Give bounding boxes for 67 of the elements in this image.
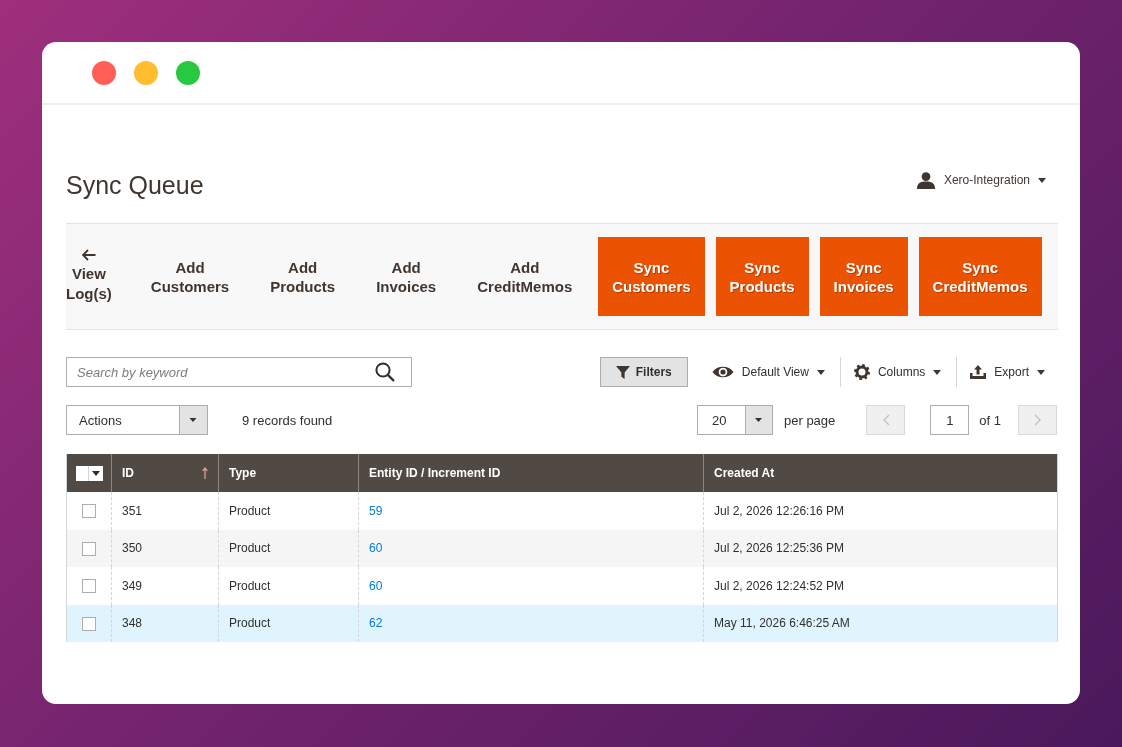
table-cell: Jul 2, 2026 12:24:52 PM — [703, 567, 1058, 605]
table-cell: 348 — [111, 604, 219, 642]
caret-icon — [1037, 369, 1045, 375]
table-cell: Product — [218, 529, 359, 567]
chevron-left-icon — [881, 414, 890, 426]
sync-button[interactable]: Sync Invoices — [819, 237, 908, 316]
checkbox[interactable] — [82, 541, 96, 556]
arrow-left-icon — [81, 249, 96, 261]
export-dropdown[interactable]: Export — [970, 357, 1045, 387]
table-cell: Product — [218, 492, 359, 530]
caret-icon — [745, 406, 772, 434]
entity-link[interactable]: 60 — [369, 541, 383, 556]
table-cell: Product — [218, 604, 359, 642]
window-control-icon[interactable] — [176, 60, 200, 85]
caret-icon — [92, 470, 100, 476]
caret-icon — [1038, 177, 1046, 183]
table-cell: 349 — [111, 567, 219, 605]
window-control-icon[interactable] — [134, 60, 158, 85]
checkbox[interactable] — [82, 504, 96, 519]
column-header[interactable]: Type — [218, 454, 359, 492]
back-button[interactable]: View Log(s) — [66, 249, 125, 304]
add-button[interactable]: Add Products — [255, 257, 351, 296]
select-all-dropdown[interactable] — [76, 465, 103, 481]
gear-icon — [853, 364, 870, 380]
checkbox[interactable] — [82, 579, 96, 594]
columns-dropdown[interactable]: Columns — [853, 357, 942, 387]
add-button[interactable]: Add CreditMemos — [462, 257, 588, 296]
table-cell: May 11, 2026 6:46:25 AM — [703, 604, 1058, 642]
caret-icon — [933, 369, 942, 375]
add-button[interactable]: Add Invoices — [361, 257, 452, 296]
user-icon — [916, 171, 935, 189]
chevron-right-icon — [1033, 414, 1042, 426]
sync-button[interactable]: Sync Customers — [598, 237, 705, 316]
page-title: Sync Queue — [66, 170, 204, 201]
column-header[interactable]: ID — [111, 454, 219, 492]
page-number-field[interactable]: 1 — [930, 405, 970, 435]
filter-icon — [615, 365, 630, 379]
records-count: 9 records found — [242, 412, 333, 428]
filters-button[interactable]: Filters — [599, 357, 688, 387]
checkbox[interactable] — [82, 616, 96, 631]
entity-link[interactable]: 62 — [369, 616, 383, 631]
page-count-label: of 1 — [979, 412, 1001, 428]
column-header[interactable]: Entity ID / Increment ID — [358, 454, 704, 492]
sync-button[interactable]: Sync Products — [715, 237, 809, 316]
table-cell: Product — [218, 567, 359, 605]
window-control-icon[interactable] — [92, 60, 116, 85]
caret-icon — [179, 406, 207, 434]
view-dropdown[interactable]: Default View — [711, 357, 825, 387]
table-cell: 350 — [111, 529, 219, 567]
search-field[interactable]: Search by keyword — [66, 357, 412, 387]
entity-link[interactable]: 60 — [369, 578, 383, 593]
upload-icon — [970, 365, 987, 379]
table-cell: Jul 2, 2026 12:25:36 PM — [703, 529, 1058, 567]
table-cell: Jul 2, 2026 12:26:16 PM — [703, 492, 1058, 530]
column-header[interactable]: Created At — [703, 454, 1058, 492]
eye-icon — [711, 365, 734, 379]
table-cell: 351 — [111, 492, 219, 530]
entity-link[interactable]: 59 — [369, 503, 383, 518]
user-menu-button[interactable]: Xero-Integration — [916, 171, 1046, 189]
add-button[interactable]: Add Customers — [135, 257, 245, 296]
sort-arrow-icon — [202, 467, 208, 479]
caret-icon — [816, 369, 825, 375]
search-icon[interactable] — [375, 362, 395, 382]
per-page-label: per page — [784, 412, 836, 428]
page-size-dropdown[interactable]: 20 — [697, 405, 773, 435]
sync-button[interactable]: Sync CreditMemos — [918, 237, 1042, 316]
actions-dropdown[interactable]: Actions — [66, 405, 208, 435]
